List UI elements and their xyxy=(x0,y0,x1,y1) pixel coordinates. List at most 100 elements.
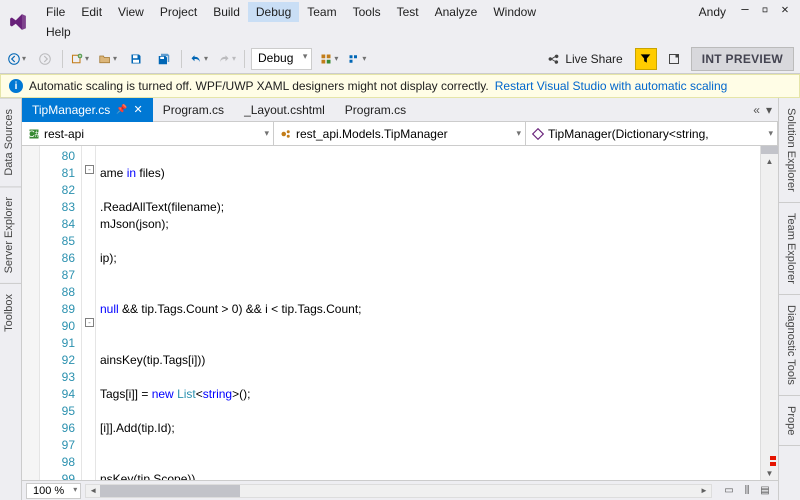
doc-tab-program1[interactable]: Program.cs xyxy=(153,98,234,122)
diagnostic-tools-tab[interactable]: Diagnostic Tools xyxy=(779,295,800,396)
error-marker[interactable] xyxy=(770,456,776,460)
horizontal-scrollbar[interactable]: ◄ ► xyxy=(85,484,712,498)
save-all-button[interactable] xyxy=(153,48,175,70)
splitter-grip[interactable] xyxy=(761,146,778,154)
menu-tools[interactable]: Tools xyxy=(345,2,389,22)
editor-status: 100 % ◄ ► ▭ ⫼ ▤ xyxy=(22,480,778,500)
live-share-label: Live Share xyxy=(565,52,622,66)
redo-button[interactable] xyxy=(216,48,238,70)
close-tab-icon[interactable]: ✕ xyxy=(133,103,142,116)
menu-window[interactable]: Window xyxy=(485,2,544,22)
vertical-scrollbar[interactable]: ▲ ▼ xyxy=(760,146,778,480)
doc-tab-layout[interactable]: _Layout.cshtml xyxy=(234,98,335,122)
preview-button[interactable]: INT PREVIEW xyxy=(691,47,794,71)
open-button[interactable] xyxy=(97,48,119,70)
separator xyxy=(181,50,182,68)
scroll-thumb[interactable] xyxy=(100,485,240,497)
info-link[interactable]: Restart Visual Studio with automatic sca… xyxy=(495,79,728,93)
maximize-button[interactable]: ▫ xyxy=(758,2,772,16)
csproj-icon: C# xyxy=(28,128,40,140)
nav-class[interactable]: rest_api.Models.TipManager xyxy=(274,122,526,145)
menu-test[interactable]: Test xyxy=(389,2,427,22)
menu-project[interactable]: Project xyxy=(152,2,205,22)
scroll-left[interactable]: ◄ xyxy=(86,485,100,497)
doc-tab-program2[interactable]: Program.cs xyxy=(335,98,416,122)
menu-bar: File Edit View Project Build Debug Team … xyxy=(0,0,800,44)
back-button[interactable] xyxy=(6,48,28,70)
save-button[interactable] xyxy=(125,48,147,70)
svg-text:C#: C# xyxy=(28,129,40,139)
options-button[interactable]: ▤ xyxy=(758,484,772,498)
config-combo[interactable]: Debug xyxy=(251,48,312,70)
nav-member-label: TipManager(Dictionary<string, xyxy=(548,127,709,141)
line-numbers: 8081828384858687888990919293949596979899 xyxy=(40,146,82,480)
separator xyxy=(62,50,63,68)
split-button[interactable]: ⫼ xyxy=(740,484,754,498)
menu-items: File Edit View Project Build Debug Team … xyxy=(38,2,796,42)
doc-tab-tipmanager[interactable]: TipManager.cs 📌 ✕ xyxy=(22,98,153,122)
tab-list-button[interactable]: ▾ xyxy=(766,103,772,117)
scroll-up[interactable]: ▲ xyxy=(761,154,778,168)
separator xyxy=(244,50,245,68)
minimize-button[interactable]: — xyxy=(738,2,752,16)
nav-project[interactable]: C# rest-api xyxy=(22,122,274,145)
share-icon xyxy=(547,52,561,66)
scroll-right[interactable]: ► xyxy=(697,485,711,497)
left-tool-well: Data Sources Server Explorer Toolbox xyxy=(0,98,22,500)
method-icon xyxy=(532,128,544,140)
nav-project-label: rest-api xyxy=(44,127,84,141)
menu-edit[interactable]: Edit xyxy=(73,2,110,22)
info-text: Automatic scaling is turned off. WPF/UWP… xyxy=(29,79,489,93)
menu-view[interactable]: View xyxy=(110,2,152,22)
menu-help[interactable]: Help xyxy=(38,22,796,42)
tab-label: Program.cs xyxy=(345,103,406,117)
data-sources-tab[interactable]: Data Sources xyxy=(0,98,21,186)
nav-member[interactable]: TipManager(Dictionary<string, xyxy=(526,122,778,145)
info-icon: i xyxy=(9,79,23,93)
live-share-button[interactable]: Live Share xyxy=(541,50,628,68)
info-bar: i Automatic scaling is turned off. WPF/U… xyxy=(0,74,800,98)
toolbox-tab[interactable]: Toolbox xyxy=(0,283,21,342)
outlining-margin[interactable]: - - xyxy=(82,146,96,480)
menu-analyze[interactable]: Analyze xyxy=(427,2,486,22)
scroll-tabs-left[interactable]: « xyxy=(753,103,760,117)
vs-logo[interactable] xyxy=(4,8,32,36)
workspace: Data Sources Server Explorer Toolbox Tip… xyxy=(0,98,800,500)
navigation-bar: C# rest-api rest_api.Models.TipManager T… xyxy=(22,122,778,146)
menu-debug[interactable]: Debug xyxy=(248,2,299,22)
notifications-button[interactable] xyxy=(663,48,685,70)
undo-button[interactable] xyxy=(188,48,210,70)
team-explorer-tab[interactable]: Team Explorer xyxy=(779,203,800,295)
track-changes-button[interactable]: ▭ xyxy=(722,484,736,498)
filter-button[interactable] xyxy=(635,48,657,70)
tab-overflow: « ▾ xyxy=(747,103,778,117)
error-marker[interactable] xyxy=(770,462,776,466)
editor-corner-buttons: ▭ ⫼ ▤ xyxy=(716,484,778,498)
outline-toggle[interactable]: - xyxy=(85,165,94,174)
scroll-down[interactable]: ▼ xyxy=(761,466,778,480)
document-tabs: TipManager.cs 📌 ✕ Program.cs _Layout.csh… xyxy=(22,98,778,122)
new-project-button[interactable] xyxy=(69,48,91,70)
start-button[interactable] xyxy=(346,48,368,70)
indicator-margin[interactable] xyxy=(22,146,40,480)
menu-file[interactable]: File xyxy=(38,2,73,22)
account-label[interactable]: Andy xyxy=(691,2,734,22)
extensions-button[interactable] xyxy=(318,48,340,70)
close-button[interactable]: ✕ xyxy=(778,2,792,16)
tab-label: Program.cs xyxy=(163,103,224,117)
zoom-combo[interactable]: 100 % xyxy=(26,483,81,499)
solution-explorer-tab[interactable]: Solution Explorer xyxy=(779,98,800,203)
outline-toggle[interactable]: - xyxy=(85,318,94,327)
tab-label: _Layout.cshtml xyxy=(244,103,325,117)
nav-class-label: rest_api.Models.TipManager xyxy=(296,127,448,141)
server-explorer-tab[interactable]: Server Explorer xyxy=(0,186,21,283)
code-editor[interactable]: ame in files) .ReadAllText(filename);mJs… xyxy=(96,146,760,480)
window-controls: — ▫ ✕ xyxy=(734,2,796,22)
pin-icon[interactable]: 📌 xyxy=(116,104,127,115)
properties-tab[interactable]: Prope xyxy=(779,396,800,446)
menu-team[interactable]: Team xyxy=(299,2,344,22)
menu-build[interactable]: Build xyxy=(205,2,248,22)
right-tool-well: Solution Explorer Team Explorer Diagnost… xyxy=(778,98,800,500)
tab-label: TipManager.cs xyxy=(32,103,110,117)
forward-button[interactable] xyxy=(34,48,56,70)
